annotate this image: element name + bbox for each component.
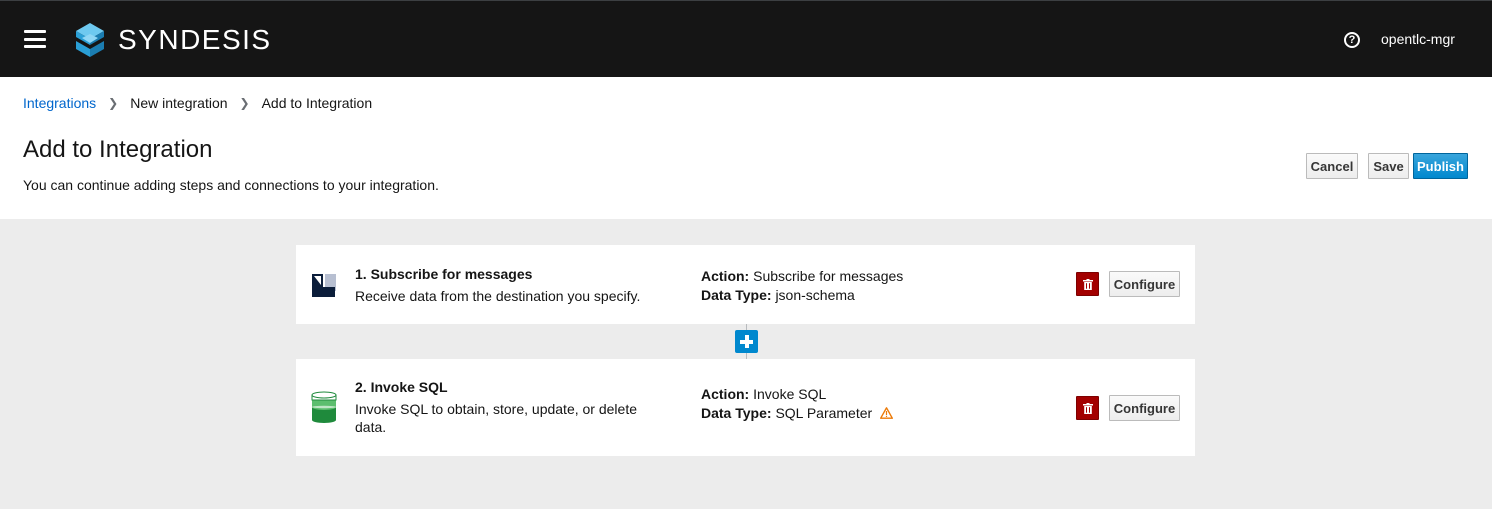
warning-icon[interactable] — [880, 405, 894, 424]
step-title: 1. Subscribe for messages — [355, 266, 533, 282]
user-menu[interactable]: opentlc-mgr — [1381, 31, 1455, 47]
step-card: 1. Subscribe for messages Receive data f… — [296, 245, 1195, 324]
step-description: Invoke SQL to obtain, store, update, or … — [355, 401, 637, 435]
step-card: 2. Invoke SQL Invoke SQL to obtain, stor… — [296, 359, 1195, 456]
action-label: Action: — [701, 386, 750, 402]
step-details: Action: Invoke SQL Data Type: SQL Parame… — [701, 385, 894, 424]
page-description: You can continue adding steps and connec… — [23, 177, 439, 193]
amq-icon — [311, 273, 337, 304]
breadcrumb: Integrations ❯ New integration ❯ Add to … — [23, 95, 372, 111]
action-label: Action: — [701, 268, 750, 284]
chevron-right-icon: ❯ — [108, 96, 119, 110]
database-icon — [311, 391, 337, 428]
step-title: 2. Invoke SQL — [355, 379, 448, 395]
datatype-label: Data Type: — [701, 287, 772, 303]
breadcrumb-add-to-integration: Add to Integration — [261, 95, 373, 111]
trash-icon — [1082, 278, 1093, 290]
masthead: SYNDESIS ? opentlc-mgr — [0, 0, 1492, 77]
delete-step-button[interactable] — [1076, 396, 1099, 420]
action-value: Invoke SQL — [753, 386, 827, 402]
datatype-value: SQL Parameter — [775, 405, 873, 421]
step-description: Receive data from the destination you sp… — [355, 288, 641, 304]
save-button[interactable]: Save — [1368, 153, 1409, 179]
datatype-value: json-schema — [775, 287, 855, 303]
cancel-button[interactable]: Cancel — [1306, 153, 1358, 179]
breadcrumb-new-integration: New integration — [130, 95, 228, 111]
add-step-button[interactable] — [735, 330, 758, 353]
delete-step-button[interactable] — [1076, 272, 1099, 296]
configure-button[interactable]: Configure — [1109, 395, 1180, 421]
publish-button[interactable]: Publish — [1413, 153, 1468, 179]
breadcrumb-integrations[interactable]: Integrations — [23, 95, 96, 111]
trash-icon — [1082, 402, 1093, 414]
step-details: Action: Subscribe for messages Data Type… — [701, 267, 903, 305]
datatype-label: Data Type: — [701, 405, 772, 421]
page-header: Integrations ❯ New integration ❯ Add to … — [0, 77, 1492, 219]
syndesis-logo — [76, 23, 104, 57]
page-title: Add to Integration — [23, 136, 213, 163]
action-value: Subscribe for messages — [753, 268, 904, 284]
configure-button[interactable]: Configure — [1109, 271, 1180, 297]
hamburger-icon[interactable] — [24, 29, 46, 49]
brand[interactable]: SYNDESIS — [72, 20, 272, 60]
help-icon[interactable]: ? — [1344, 32, 1360, 48]
brand-name: SYNDESIS — [118, 24, 272, 55]
chevron-right-icon: ❯ — [239, 96, 250, 110]
